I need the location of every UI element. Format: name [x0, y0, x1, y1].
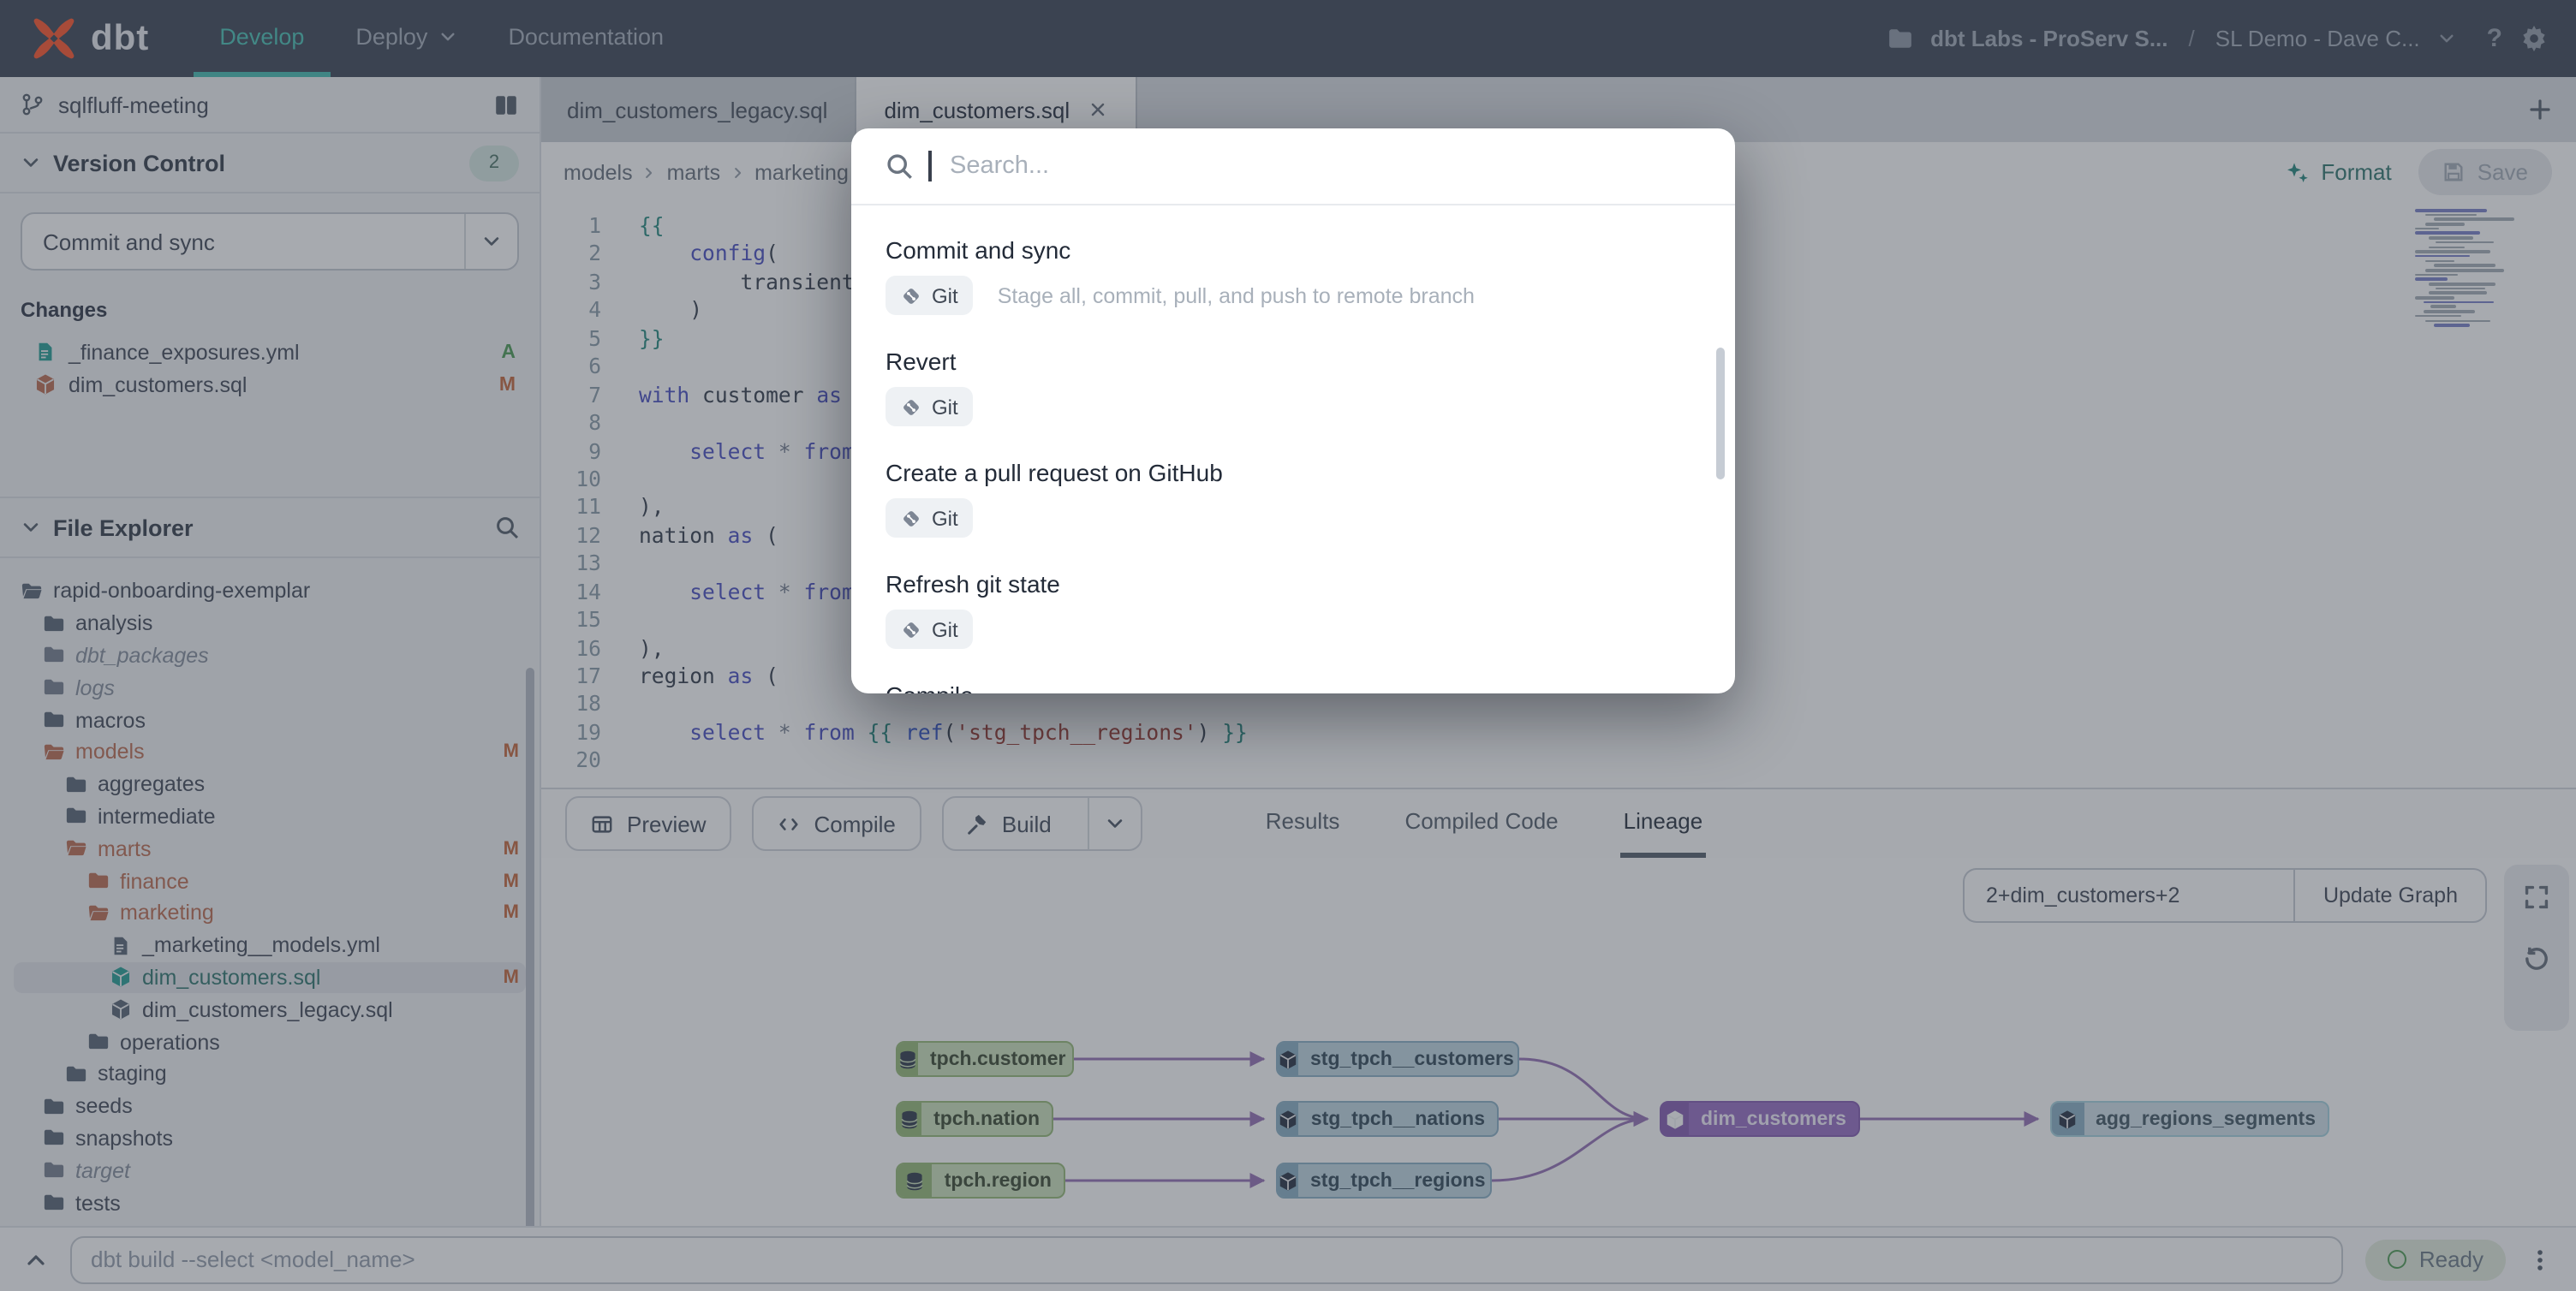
command-badge: Git	[886, 387, 974, 426]
command-palette: Commit and sync Git Stage all, commit, pul…	[851, 128, 1735, 693]
command-title: Compile	[886, 681, 1701, 693]
git-icon	[901, 285, 921, 306]
command-badge: Git	[886, 610, 974, 649]
command-badge: Git	[886, 498, 974, 538]
command-description: Stage all, commit, pull, and push to rem…	[998, 283, 1475, 307]
palette-search-input[interactable]	[946, 151, 1701, 181]
command-item-compile[interactable]: Compile⌘⇧Enter	[851, 664, 1735, 693]
command-meta: Git	[886, 498, 1701, 538]
command-meta: Git	[886, 387, 1701, 426]
command-list: Commit and sync Git Stage all, commit, pul…	[851, 205, 1735, 693]
command-item-revert[interactable]: Revert Git	[851, 330, 1735, 442]
text-caret	[928, 151, 931, 181]
command-title: Create a pull request on GitHub	[886, 459, 1701, 486]
app-root: dbt DevelopDeployDocumentation dbt Labs …	[0, 0, 2576, 1291]
git-icon	[901, 619, 921, 640]
command-title: Refresh git state	[886, 570, 1701, 598]
palette-scrollbar[interactable]	[1716, 348, 1725, 479]
command-title: Commit and sync	[886, 236, 1701, 264]
command-item-refresh-git-state[interactable]: Refresh git state Git	[851, 553, 1735, 664]
command-badge: Git	[886, 276, 974, 315]
command-badge-label: Git	[932, 283, 958, 307]
command-item-create-a-pull-request-on-github[interactable]: Create a pull request on GitHub Git	[851, 442, 1735, 553]
command-badge-label: Git	[932, 617, 958, 641]
search-icon	[886, 152, 913, 180]
palette-search-row	[851, 128, 1735, 205]
command-item-commit-and-sync[interactable]: Commit and sync Git Stage all, commit, pul…	[851, 219, 1735, 330]
git-icon	[901, 396, 921, 417]
command-meta: Git Stage all, commit, pull, and push to …	[886, 276, 1701, 315]
command-meta: Git	[886, 610, 1701, 649]
command-badge-label: Git	[932, 506, 958, 530]
git-icon	[901, 508, 921, 528]
command-badge-label: Git	[932, 395, 958, 419]
command-title: Revert	[886, 348, 1701, 375]
